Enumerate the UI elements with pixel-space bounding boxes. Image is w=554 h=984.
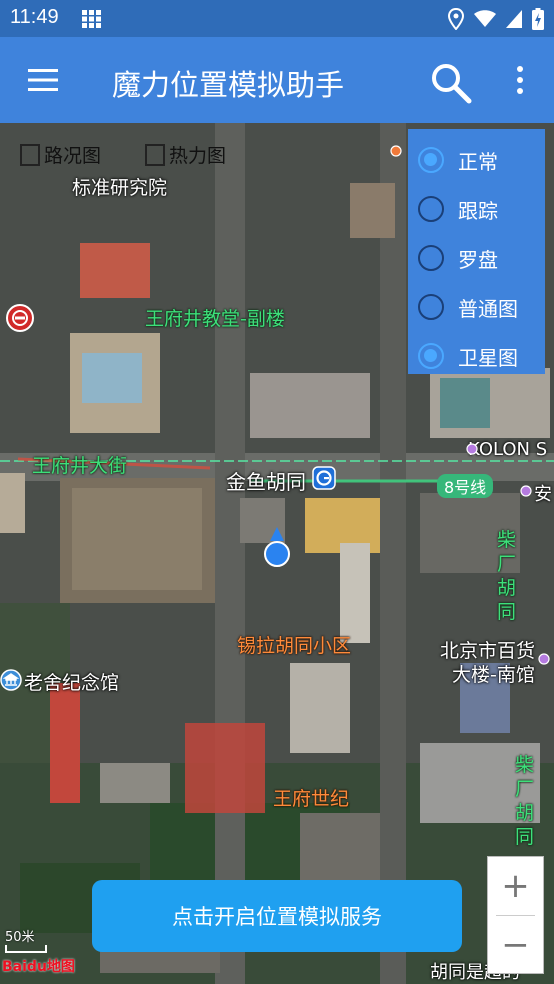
layer-toggles: 路况图 热力图	[20, 141, 226, 168]
map-label-institute[interactable]: 标准研究院	[72, 173, 167, 200]
map-label-street[interactable]: 王府井大街	[32, 451, 127, 478]
map-label-hutong-vertical[interactable]: 柴 厂 胡 同	[497, 528, 516, 624]
map-label-department-store-2[interactable]: 大楼-南馆	[452, 660, 535, 687]
radio-compass-label: 罗盘	[458, 247, 498, 272]
map-type-panel: 正常 跟踪 罗盘 普通图 卫星图	[408, 129, 545, 374]
shop-dot-icon-2	[520, 485, 532, 497]
app-grid-icon	[82, 10, 101, 28]
shop-dot-icon	[466, 443, 478, 455]
radio-satellite-map[interactable]: 卫星图	[418, 338, 518, 374]
menu-icon[interactable]	[28, 69, 58, 91]
map-label-metro-station[interactable]: 金鱼胡同	[226, 466, 306, 495]
more-options-icon[interactable]	[515, 65, 525, 95]
system-icons	[448, 8, 544, 30]
heatmap-layer-label[interactable]: 热力图	[169, 141, 226, 168]
poi-dot-icon	[390, 145, 402, 157]
radio-tracking[interactable]: 跟踪	[418, 191, 498, 227]
radio-compass-indicator[interactable]	[418, 245, 444, 271]
zoom-out-button[interactable]: −	[488, 916, 543, 974]
radio-standard-map[interactable]: 普通图	[418, 289, 518, 325]
radio-tracking-indicator[interactable]	[418, 196, 444, 222]
radio-satellite-map-label: 卫星图	[458, 345, 518, 370]
metro-line-badge[interactable]: 8号线	[437, 474, 494, 498]
radio-compass[interactable]: 罗盘	[418, 240, 498, 276]
subway-logo-icon[interactable]	[6, 304, 34, 332]
page-title: 魔力位置模拟助手	[112, 68, 345, 102]
location-pin-icon	[448, 8, 464, 30]
map-label-wangfu[interactable]: 王府世纪	[273, 784, 349, 811]
radio-normal[interactable]: 正常	[418, 142, 498, 178]
map-scale-label: 50米	[5, 930, 35, 945]
wifi-icon	[474, 10, 496, 27]
status-bar: 11:49	[0, 0, 554, 37]
heatmap-layer-checkbox[interactable]	[145, 143, 166, 166]
start-location-simulation-button[interactable]: 点击开启位置模拟服务	[92, 880, 462, 952]
radio-tracking-label: 跟踪	[458, 198, 498, 223]
traffic-layer-checkbox[interactable]	[20, 143, 40, 166]
map-label-an[interactable]: 安	[534, 480, 552, 506]
zoom-controls: + −	[487, 856, 544, 974]
map-label-kolon[interactable]: KOLON S	[468, 439, 547, 460]
shop-dot-icon-3	[538, 653, 550, 665]
radio-standard-map-indicator[interactable]	[418, 294, 444, 320]
current-location-marker[interactable]	[264, 541, 290, 567]
battery-icon	[532, 8, 544, 30]
signal-icon	[506, 10, 522, 28]
museum-icon[interactable]	[0, 669, 22, 691]
map-label-church[interactable]: 王府井教堂-副楼	[145, 304, 285, 331]
map-scale-bar	[5, 945, 47, 953]
app-bar: 魔力位置模拟助手	[0, 37, 554, 123]
radio-satellite-map-indicator[interactable]	[418, 343, 444, 369]
map-provider-logo: Baidu地图	[2, 959, 75, 975]
status-time: 11:49	[10, 6, 59, 28]
map-label-memorial[interactable]: 老舍纪念馆	[24, 668, 119, 695]
metro-station-icon[interactable]	[312, 466, 336, 490]
heading-arrow-icon	[270, 527, 284, 541]
search-icon[interactable]	[430, 62, 472, 104]
radio-normal-indicator[interactable]	[418, 147, 444, 173]
traffic-layer-label[interactable]: 路况图	[44, 141, 101, 168]
satellite-map[interactable]: 标准研究院 王府井教堂-副楼 王府井大街 金鱼胡同 8号线 KOLON S 安 …	[0, 123, 554, 984]
map-label-community[interactable]: 锡拉胡同小区	[237, 631, 351, 658]
radio-standard-map-label: 普通图	[458, 296, 518, 321]
map-label-department-store-1[interactable]: 北京市百货	[440, 636, 535, 663]
zoom-in-button[interactable]: +	[488, 857, 543, 915]
radio-normal-label: 正常	[458, 149, 498, 174]
map-label-right-vertical[interactable]: 柴 厂 胡 同	[515, 753, 534, 849]
